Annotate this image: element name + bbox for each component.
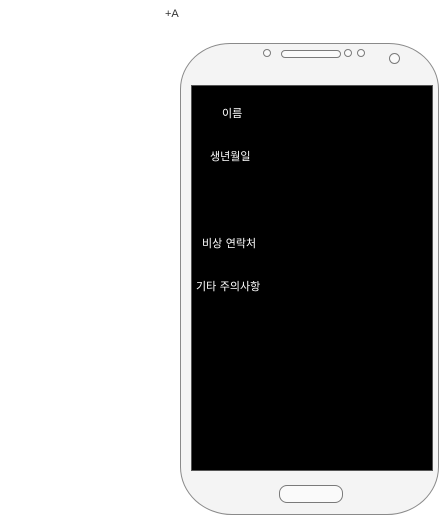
name-label: 이름	[222, 107, 243, 120]
sensor-dot-icon	[263, 49, 271, 57]
birthdate-label: 생년월일	[210, 150, 251, 163]
speaker-grille	[281, 50, 341, 58]
home-button[interactable]	[279, 485, 343, 503]
sensor-dot-icon	[344, 49, 352, 57]
phone-frame: 이름 생년월일 비상 연락처 기타 주의사항	[180, 43, 439, 515]
front-camera-icon	[389, 53, 400, 64]
add-label[interactable]: +A	[165, 8, 179, 20]
phone-screen: 이름 생년월일 비상 연락처 기타 주의사항	[191, 85, 433, 471]
canvas: +A 이름 생년월일 비상 연락처 기타 주의사항	[0, 0, 441, 515]
sensor-dot-icon	[357, 49, 365, 57]
other-notes-label: 기타 주의사항	[196, 280, 261, 293]
emergency-contact-label: 비상 연락처	[202, 237, 257, 250]
